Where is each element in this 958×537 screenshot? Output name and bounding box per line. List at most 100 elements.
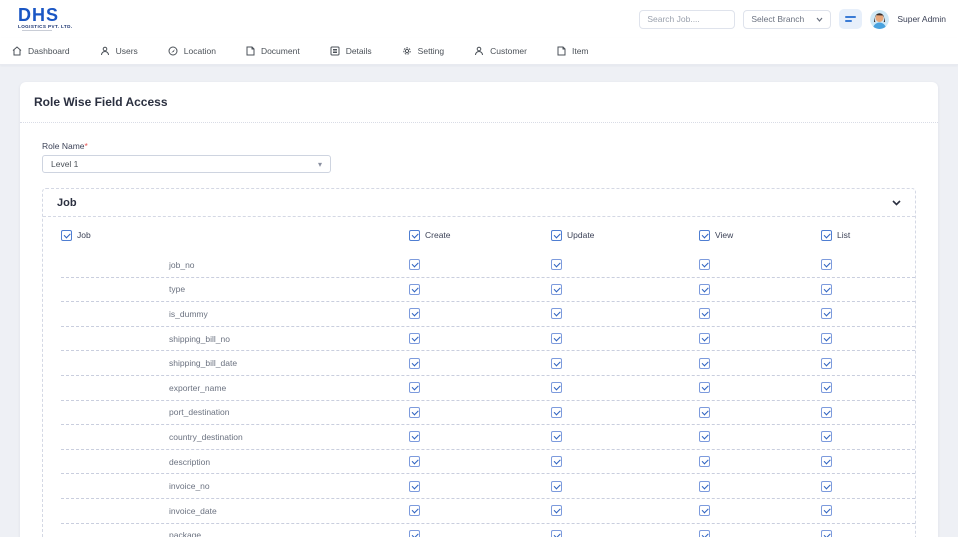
create-field-checkbox[interactable]	[409, 382, 420, 394]
job-section-header[interactable]: Job	[43, 189, 915, 217]
chevron-down-icon[interactable]	[892, 199, 901, 206]
view-column-label: View	[715, 230, 734, 240]
update-field-checkbox[interactable]	[551, 283, 562, 295]
view-field-checkbox[interactable]	[699, 406, 710, 418]
page-title: Role Wise Field Access	[34, 95, 168, 109]
update-field-checkbox[interactable]	[551, 259, 562, 271]
field-row: job_no	[61, 253, 915, 278]
view-field-checkbox[interactable]	[699, 333, 710, 345]
view-field-checkbox[interactable]	[699, 456, 710, 468]
compass-icon	[168, 46, 178, 56]
update-field-checkbox[interactable]	[551, 480, 562, 492]
nav-item-details[interactable]: Details	[330, 46, 372, 56]
user-avatar[interactable]	[870, 9, 890, 29]
permission-grid: Job Create Update View List job_no type …	[43, 217, 915, 537]
list-field-checkbox[interactable]	[821, 333, 832, 345]
create-field-checkbox[interactable]	[409, 406, 420, 418]
view-column-checkbox[interactable]	[699, 229, 710, 241]
nav-item-document[interactable]: Document	[246, 46, 300, 56]
create-field-checkbox[interactable]	[409, 333, 420, 345]
field-row: package	[61, 524, 915, 537]
view-field-checkbox[interactable]	[699, 505, 710, 517]
create-field-checkbox[interactable]	[409, 259, 420, 271]
filter-toggle-icon[interactable]	[839, 9, 863, 29]
search-input[interactable]	[639, 9, 736, 29]
update-field-checkbox[interactable]	[551, 357, 562, 369]
field-row: exporter_name	[61, 376, 915, 401]
field-row: country_destination	[61, 425, 915, 450]
nav-item-location[interactable]: Location	[168, 46, 216, 56]
create-field-checkbox[interactable]	[409, 283, 420, 295]
nav-item-customer[interactable]: Customer	[474, 46, 527, 56]
nav-item-setting[interactable]: Setting	[402, 46, 444, 56]
top-header: DHS LOGISTICS PVT. LTD. Select Branch Su…	[0, 0, 958, 38]
list-field-checkbox[interactable]	[821, 529, 832, 537]
update-column-checkbox[interactable]	[551, 229, 562, 241]
create-field-checkbox[interactable]	[409, 431, 420, 443]
chevron-down-icon	[816, 17, 823, 22]
update-field-checkbox[interactable]	[551, 406, 562, 418]
view-field-checkbox[interactable]	[699, 283, 710, 295]
update-field-checkbox[interactable]	[551, 529, 562, 537]
field-label: job_no	[169, 259, 195, 270]
field-label: type	[169, 284, 186, 295]
page-content: Role Wise Field Access Role Name* Level …	[0, 65, 958, 537]
field-label: invoice_date	[169, 505, 217, 516]
field-row: port_destination	[61, 401, 915, 426]
permission-header-row: Job Create Update View List	[61, 217, 915, 253]
update-field-checkbox[interactable]	[551, 308, 562, 320]
update-field-checkbox[interactable]	[551, 431, 562, 443]
logo-text: DHS	[18, 4, 60, 25]
view-field-checkbox[interactable]	[699, 480, 710, 492]
nav-item-item[interactable]: Item	[557, 46, 589, 56]
role-name-value: Level 1	[51, 159, 79, 169]
create-column-checkbox[interactable]	[409, 229, 420, 241]
list-column-checkbox[interactable]	[821, 229, 832, 241]
view-field-checkbox[interactable]	[699, 431, 710, 443]
avatar-illustration	[870, 9, 890, 29]
update-field-checkbox[interactable]	[551, 456, 562, 468]
nav-item-users[interactable]: Users	[100, 46, 138, 56]
job-group-checkbox[interactable]	[61, 229, 72, 241]
create-field-checkbox[interactable]	[409, 505, 420, 517]
update-field-checkbox[interactable]	[551, 382, 562, 394]
branch-select[interactable]: Select Branch	[743, 9, 832, 29]
create-field-checkbox[interactable]	[409, 456, 420, 468]
view-field-checkbox[interactable]	[699, 529, 710, 537]
create-field-checkbox[interactable]	[409, 308, 420, 320]
create-column-label: Create	[425, 230, 451, 240]
list-field-checkbox[interactable]	[821, 505, 832, 517]
field-row: description	[61, 450, 915, 475]
list-field-checkbox[interactable]	[821, 456, 832, 468]
field-label: description	[169, 456, 211, 467]
nav-item-dashboard[interactable]: Dashboard	[12, 46, 70, 56]
user-icon	[475, 46, 484, 56]
branch-select-value: Select Branch	[751, 14, 805, 24]
list-field-checkbox[interactable]	[821, 480, 832, 492]
view-field-checkbox[interactable]	[699, 308, 710, 320]
list-field-checkbox[interactable]	[821, 308, 832, 320]
view-field-checkbox[interactable]	[699, 357, 710, 369]
create-field-checkbox[interactable]	[409, 529, 420, 537]
list-field-checkbox[interactable]	[821, 357, 832, 369]
document-icon	[246, 46, 255, 56]
job-section-title: Job	[57, 196, 77, 209]
list-field-checkbox[interactable]	[821, 406, 832, 418]
file-icon	[557, 46, 566, 56]
view-field-checkbox[interactable]	[699, 259, 710, 271]
create-field-checkbox[interactable]	[409, 480, 420, 492]
field-row: shipping_bill_date	[61, 351, 915, 376]
required-asterisk: *	[84, 141, 88, 151]
list-field-checkbox[interactable]	[821, 283, 832, 295]
chevron-down-icon: ▾	[317, 159, 322, 169]
field-row: is_dummy	[61, 302, 915, 327]
list-column-label: List	[837, 230, 851, 240]
list-field-checkbox[interactable]	[821, 431, 832, 443]
view-field-checkbox[interactable]	[699, 382, 710, 394]
list-field-checkbox[interactable]	[821, 382, 832, 394]
update-field-checkbox[interactable]	[551, 505, 562, 517]
create-field-checkbox[interactable]	[409, 357, 420, 369]
role-name-select[interactable]: Level 1 ▾	[42, 155, 331, 173]
list-field-checkbox[interactable]	[821, 259, 832, 271]
update-field-checkbox[interactable]	[551, 333, 562, 345]
